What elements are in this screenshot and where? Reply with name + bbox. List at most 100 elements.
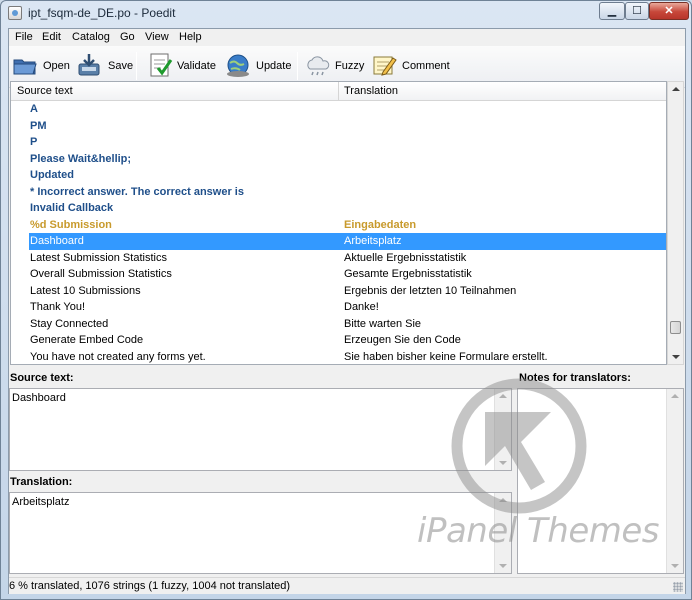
close-button[interactable]: ✕ [649, 2, 689, 20]
row-source: Dashboard [30, 235, 84, 247]
scroll-up-arrow-icon[interactable] [671, 394, 679, 398]
minimize-button[interactable]: ▁ [599, 2, 625, 20]
row-translation: Erzeugen Sie den Code [344, 334, 461, 346]
menu-file[interactable]: File [15, 31, 33, 43]
scroll-up-arrow-icon[interactable] [499, 498, 507, 502]
list-row[interactable]: Please Wait&hellip; [11, 151, 666, 168]
row-translation: Aktuelle Ergebnisstatistik [344, 251, 467, 264]
row-source: Latest 10 Submissions [30, 284, 141, 297]
scroll-down-arrow-icon[interactable] [671, 564, 679, 568]
row-source: PM [30, 119, 47, 132]
maximize-button[interactable]: ☐ [625, 2, 649, 20]
list-row[interactable]: Invalid Callback [11, 200, 666, 217]
cloud-fuzzy-icon [307, 56, 330, 76]
translation-label: Translation: [10, 476, 73, 488]
menu-edit[interactable]: Edit [42, 31, 61, 43]
poedit-app-icon[interactable] [8, 6, 22, 20]
list-row[interactable]: Updated [11, 167, 666, 184]
notes-scrollbar[interactable] [666, 389, 683, 573]
folder-open-icon [13, 59, 37, 75]
list-row[interactable]: P [11, 134, 666, 151]
update-label: Update [256, 60, 292, 72]
save-label: Save [108, 60, 134, 72]
row-source: %d Submission [30, 218, 112, 231]
list-row-selected[interactable]: Dashboard Arbeitsplatz [29, 233, 666, 250]
app-window: ipt_fsqm-de_DE.po - Poedit ▁ ☐ ✕ File Ed… [0, 0, 692, 600]
list-row[interactable]: * Incorrect answer. The correct answer i… [11, 184, 666, 201]
column-header-source[interactable]: Source text [17, 85, 73, 97]
row-source: Generate Embed Code [30, 334, 144, 346]
save-icon [78, 54, 100, 76]
scroll-down-arrow-icon[interactable] [672, 355, 680, 359]
list-row[interactable]: Thank You! Danke! [11, 299, 666, 316]
row-source: Invalid Callback [30, 202, 114, 214]
row-translation: Ergebnis der letzten 10 Teilnahmen [344, 284, 517, 297]
title-bar[interactable]: ipt_fsqm-de_DE.po - Poedit ▁ ☐ ✕ [1, 1, 691, 25]
translation-text-value: Arbeitsplatz [12, 496, 70, 508]
open-label: Open [43, 60, 70, 72]
menu-catalog[interactable]: Catalog [72, 31, 110, 43]
open-button[interactable]: Open [12, 50, 72, 82]
globe-update-icon [227, 54, 249, 77]
comment-edit-icon [373, 56, 397, 76]
list-header: Source text Translation [11, 82, 666, 101]
source-text-box[interactable]: Dashboard [9, 388, 512, 471]
translation-list[interactable]: Source text Translation A PM P Please Wa… [10, 81, 667, 365]
comment-button[interactable]: Comment [371, 50, 451, 82]
list-row[interactable]: Latest 10 Submissions Ergebnis der letzte… [11, 283, 666, 300]
row-source: Stay Connected [30, 317, 109, 330]
validate-icon [150, 53, 173, 77]
list-row[interactable]: A [11, 101, 666, 118]
menu-view[interactable]: View [145, 31, 169, 43]
row-source: Updated [30, 169, 74, 181]
list-row[interactable]: Latest Submission Statistics Aktuelle Erg… [11, 250, 666, 267]
menu-bar: File Edit Catalog Go View Help [9, 29, 685, 46]
scroll-up-arrow-icon[interactable] [672, 87, 680, 91]
row-translation: Danke! [344, 301, 379, 313]
list-row[interactable]: Stay Connected Bitte warten Sie [11, 316, 666, 333]
source-scrollbar[interactable] [494, 389, 511, 470]
row-translation: Bitte warten Sie [344, 317, 422, 330]
column-header-translation[interactable]: Translation [344, 85, 398, 97]
row-source: Latest Submission Statistics [30, 251, 167, 264]
notes-label: Notes for translators: [519, 372, 631, 384]
fuzzy-label: Fuzzy [335, 60, 365, 72]
source-text-value: Dashboard [12, 392, 66, 404]
row-source: Overall Submission Statistics [30, 268, 172, 280]
scroll-thumb[interactable] [670, 321, 681, 334]
row-source: You have not created any forms yet. [30, 350, 206, 363]
status-bar: 6 % translated, 1076 strings (1 fuzzy, 1… [9, 577, 685, 594]
status-text: 6 % translated, 1076 strings (1 fuzzy, 1… [9, 580, 291, 592]
scroll-down-arrow-icon[interactable] [499, 461, 507, 465]
scroll-down-arrow-icon[interactable] [499, 564, 507, 568]
menu-go[interactable]: Go [120, 31, 135, 43]
source-text-label: Source text: [10, 372, 74, 384]
list-row[interactable]: PM [11, 118, 666, 135]
list-row[interactable]: Overall Submission Statistics Gesamte Erg… [11, 266, 666, 283]
column-divider[interactable] [338, 82, 339, 101]
list-row[interactable]: Generate Embed Code Erzeugen Sie den Code [11, 332, 666, 349]
row-translation: Arbeitsplatz [344, 235, 402, 247]
row-source: A [30, 103, 38, 115]
resize-grip-icon[interactable] [673, 582, 683, 592]
list-row-fuzzy[interactable]: %d Submission Eingabedaten [11, 217, 666, 234]
window-title: ipt_fsqm-de_DE.po - Poedit [28, 6, 176, 20]
fuzzy-button[interactable]: Fuzzy [305, 50, 365, 82]
row-translation: Eingabedaten [344, 218, 417, 231]
comment-label: Comment [402, 60, 450, 72]
toolbar-separator [297, 52, 298, 80]
list-scrollbar[interactable] [667, 81, 684, 365]
save-button[interactable]: Save [76, 50, 134, 82]
row-source: Please Wait&hellip; [30, 152, 132, 165]
row-source: * Incorrect answer. The correct answer i… [30, 185, 244, 198]
update-button[interactable]: Update [225, 50, 291, 82]
validate-button[interactable]: Validate [148, 50, 220, 82]
scroll-up-arrow-icon[interactable] [499, 394, 507, 398]
row-source: P [30, 136, 38, 148]
list-row[interactable]: You have not created any forms yet. Sie h… [11, 349, 666, 365]
row-translation: Gesamte Ergebnisstatistik [344, 268, 472, 280]
menu-help[interactable]: Help [179, 31, 202, 43]
row-translation: Sie haben bisher keine Formulare erstell… [344, 350, 548, 363]
watermark-text: iPanel Themes [417, 511, 660, 551]
toolbar-separator [136, 52, 137, 80]
